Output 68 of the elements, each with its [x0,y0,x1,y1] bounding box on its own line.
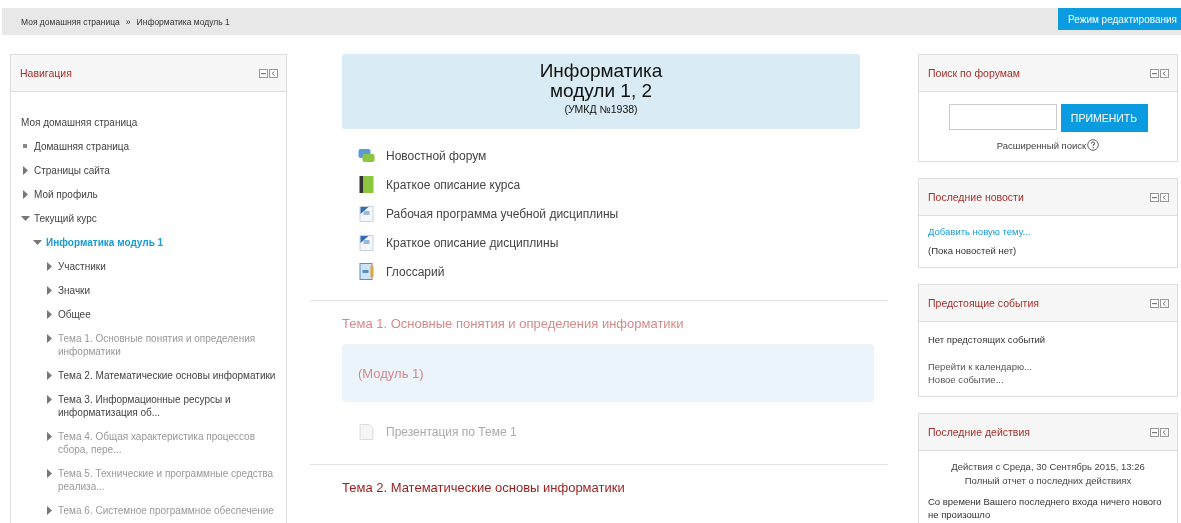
nav-link[interactable]: Моя домашняя страница [21,116,138,129]
dock-icon[interactable] [1160,192,1169,202]
course-code: (УМКД №1938) [563,103,639,115]
document-icon [358,205,375,222]
summary-text: (Модуль 1) [358,365,424,381]
event-link[interactable]: Новое событие... [928,373,1168,386]
chat-bubbles-icon [358,147,375,164]
activity-link[interactable]: Рабочая программа учебной дисциплины [386,206,619,221]
dock-icon[interactable] [1160,68,1169,78]
minimize-icon[interactable] [259,68,268,78]
nav-link[interactable]: Мой профиль [34,188,98,201]
block-title: Последние новости [928,191,1024,203]
nav-link[interactable]: Значки [58,284,91,297]
dock-icon[interactable] [269,68,278,78]
bullet-icon [21,142,30,151]
dock-icon[interactable] [1160,427,1169,437]
block-title: Навигация [20,67,72,79]
expanded-arrow-icon[interactable] [21,214,30,223]
collapsed-arrow-icon[interactable] [45,310,54,319]
activity-link[interactable]: Краткое описание курса [386,177,521,192]
activity-link[interactable]: Новостной форум [386,148,487,163]
nav-link[interactable]: Тема 2. Математические основы информатики [58,369,276,382]
activity-link[interactable]: Глоссарий [386,264,445,279]
search-field[interactable] [948,104,1057,130]
minimize-icon[interactable] [1150,68,1159,78]
file-icon [358,423,375,440]
activity-link[interactable]: Краткое описание дисциплины [386,235,559,250]
collapsed-arrow-icon[interactable] [45,432,54,441]
glossary-icon [358,263,375,280]
recent-text: Со времени Вашего последнего входа ничего нового не произошло [928,495,1163,521]
block-title: Поиск по форумам [928,67,1021,79]
events-text: Нет предстоящих событий [928,333,1047,346]
block-title: Предстоящие события [928,297,1039,309]
collapsed-arrow-icon[interactable] [45,286,54,295]
book-icon [358,176,375,193]
news-text: (Пока новостей нет) [928,244,1018,257]
collapsed-arrow-icon[interactable] [45,395,54,404]
activity-report-line: Действия с Среда, 30 Сентябрь 2015, 13:26 [950,460,1146,474]
event-link[interactable]: Перейти к календарю... [928,360,1168,373]
nav-link[interactable]: Тема 3. Информационные ресурсы и информатизация об... [58,393,276,419]
minimize-icon[interactable] [1150,192,1159,202]
nav-link[interactable]: Домашняя страница [34,140,130,153]
collapsed-arrow-icon[interactable] [45,371,54,380]
course-title: Информатика [538,61,664,81]
nav-link[interactable]: Страницы сайта [34,164,110,177]
collapsed-arrow-icon[interactable] [45,334,54,343]
collapsed-arrow-icon[interactable] [45,469,54,478]
advanced-search-link[interactable]: Расширенный поиск [996,139,1087,151]
nav-link[interactable]: Текущий курс [34,212,97,225]
minimize-icon[interactable] [1150,298,1159,308]
breadcrumb-link[interactable]: Моя домашняя страница [21,16,120,27]
breadcrumb-link[interactable]: Информатика модуль 1 [136,16,230,27]
section-title[interactable]: Тема 2. Математические основы информатики [342,480,888,495]
activity-report-line: Полный отчет о последних действиях [963,474,1133,488]
breadcrumb-separator: » [125,16,131,27]
document-icon [358,234,375,251]
block-title: Последние действия [928,426,1030,438]
collapsed-arrow-icon[interactable] [21,166,30,175]
minimize-icon[interactable] [1150,427,1159,437]
nav-link[interactable]: Общее [58,308,91,321]
collapsed-arrow-icon[interactable] [45,262,54,271]
course-subtitle: модули 1, 2 [549,81,653,101]
nav-link[interactable]: Участники [58,260,106,273]
collapsed-arrow-icon[interactable] [21,190,30,199]
expanded-arrow-icon[interactable] [33,238,42,247]
collapsed-arrow-icon[interactable] [45,506,54,515]
dock-icon[interactable] [1160,298,1169,308]
help-icon[interactable] [1087,139,1100,151]
